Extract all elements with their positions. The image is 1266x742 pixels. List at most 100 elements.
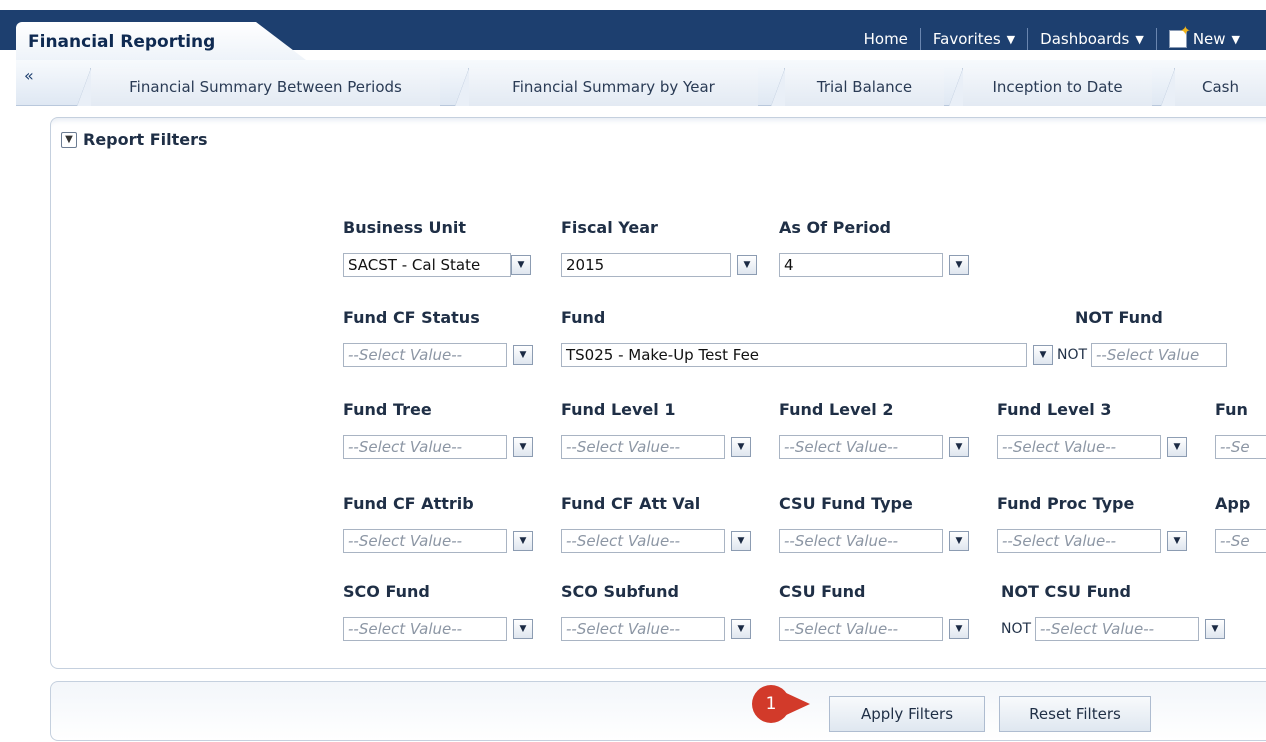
- collapse-panel-icon[interactable]: ▼: [61, 131, 77, 148]
- fund-tree-value: --Select Value--: [343, 435, 507, 459]
- tab-inception-to-date[interactable]: Inception to Date: [949, 68, 1152, 106]
- new-document-icon: [1168, 24, 1191, 48]
- label-csu-fund: CSU Fund: [779, 582, 866, 601]
- tab-label: Cash: [1202, 78, 1239, 96]
- label-sco-fund: SCO Fund: [343, 582, 430, 601]
- fund-value: TS025 - Make-Up Test Fee: [561, 343, 1027, 367]
- nav-favorites[interactable]: Favorites ▼: [921, 30, 1027, 48]
- label-fund-level-4: Fun: [1215, 400, 1248, 419]
- tab-financial-summary-between-periods[interactable]: Financial Summary Between Periods: [77, 68, 440, 106]
- chevron-down-icon[interactable]: ▼: [1167, 437, 1187, 457]
- csu-fund-select[interactable]: --Select Value-- ▼: [779, 617, 969, 641]
- chevron-down-icon[interactable]: ▼: [513, 531, 533, 551]
- chevron-down-icon[interactable]: ▼: [1205, 619, 1225, 639]
- apply-filters-button[interactable]: Apply Filters: [829, 696, 985, 732]
- panel-header[interactable]: ▼ Report Filters: [61, 130, 208, 149]
- nav-favorites-label: Favorites: [932, 30, 1001, 48]
- fund-level-2-value: --Select Value--: [779, 435, 943, 459]
- app-select[interactable]: --Se: [1215, 529, 1266, 553]
- not-fund-select[interactable]: --Select Value: [1091, 343, 1227, 367]
- chevron-down-icon[interactable]: ▼: [513, 437, 533, 457]
- csu-fund-type-select[interactable]: --Select Value-- ▼: [779, 529, 969, 553]
- label-fund-cf-att-val: Fund CF Att Val: [561, 494, 701, 513]
- fiscal-year-value: 2015: [561, 253, 731, 277]
- label-not-fund: NOT Fund: [1075, 308, 1163, 327]
- chevron-down-icon: ▼: [1135, 32, 1144, 46]
- nav-dashboards[interactable]: Dashboards ▼: [1028, 30, 1156, 48]
- fund-level-3-select[interactable]: --Select Value-- ▼: [997, 435, 1187, 459]
- chevron-down-icon[interactable]: ▼: [949, 531, 969, 551]
- reset-filters-label: Reset Filters: [1029, 705, 1121, 723]
- tab-cash[interactable]: Cash: [1161, 68, 1266, 106]
- fund-tree-select[interactable]: --Select Value-- ▼: [343, 435, 533, 459]
- not-csu-fund-select[interactable]: --Select Value-- ▼: [1035, 617, 1225, 641]
- double-chevron-left-icon[interactable]: «: [24, 66, 34, 85]
- fund-cf-attrib-value: --Select Value--: [343, 529, 507, 553]
- top-header: Financial Reporting Home Favorites ▼ Das…: [0, 0, 1266, 60]
- fund-proc-type-select[interactable]: --Select Value-- ▼: [997, 529, 1187, 553]
- fund-cf-status-select[interactable]: --Select Value-- ▼: [343, 343, 533, 367]
- chevron-down-icon[interactable]: ▼: [513, 345, 533, 365]
- report-filters-panel: ▼ Report Filters Business Unit SACST - C…: [50, 117, 1266, 669]
- chevron-down-icon[interactable]: ▼: [949, 619, 969, 639]
- not-fund-value: --Select Value: [1091, 343, 1227, 367]
- nav-home-label: Home: [863, 30, 908, 48]
- chevron-down-icon[interactable]: ▼: [731, 619, 751, 639]
- chevron-down-icon[interactable]: ▼: [511, 255, 531, 275]
- tab-financial-summary-by-year[interactable]: Financial Summary by Year: [455, 68, 758, 106]
- label-fiscal-year: Fiscal Year: [561, 218, 658, 237]
- fund-cf-attrib-select[interactable]: --Select Value-- ▼: [343, 529, 533, 553]
- chevron-down-icon[interactable]: ▼: [949, 437, 969, 457]
- fund-level-4-select[interactable]: --Se: [1215, 435, 1266, 459]
- fund-proc-type-value: --Select Value--: [997, 529, 1161, 553]
- as-of-period-select[interactable]: 4 ▼: [779, 253, 969, 277]
- csu-fund-value: --Select Value--: [779, 617, 943, 641]
- chevron-down-icon[interactable]: ▼: [737, 255, 757, 275]
- fund-level-1-value: --Select Value--: [561, 435, 725, 459]
- sco-subfund-value: --Select Value--: [561, 617, 725, 641]
- app-value: --Se: [1215, 529, 1266, 553]
- label-fund-proc-type: Fund Proc Type: [997, 494, 1135, 513]
- reset-filters-button[interactable]: Reset Filters: [999, 696, 1151, 732]
- tab-label: Trial Balance: [816, 78, 913, 96]
- label-fund-level-3: Fund Level 3: [997, 400, 1112, 419]
- business-unit-select[interactable]: SACST - Cal State ▼: [343, 253, 531, 277]
- not-prefix: NOT: [1001, 621, 1032, 637]
- fund-level-3-value: --Select Value--: [997, 435, 1161, 459]
- fund-level-4-value: --Se: [1215, 435, 1266, 459]
- fund-level-1-select[interactable]: --Select Value-- ▼: [561, 435, 751, 459]
- nav-dashboards-label: Dashboards: [1040, 30, 1130, 48]
- label-sco-subfund: SCO Subfund: [561, 582, 679, 601]
- chevron-down-icon: ▼: [1231, 32, 1240, 46]
- chevron-down-icon[interactable]: ▼: [731, 531, 751, 551]
- label-fund: Fund: [561, 308, 606, 327]
- nav-new[interactable]: New ▼: [1157, 24, 1252, 48]
- label-fund-level-2: Fund Level 2: [779, 400, 894, 419]
- fund-level-2-select[interactable]: --Select Value-- ▼: [779, 435, 969, 459]
- label-fund-cf-attrib: Fund CF Attrib: [343, 494, 474, 513]
- nav-home[interactable]: Home: [852, 30, 920, 48]
- fund-cf-att-val-select[interactable]: --Select Value-- ▼: [561, 529, 751, 553]
- label-as-of-period: As Of Period: [779, 218, 892, 237]
- label-csu-fund-type: CSU Fund Type: [779, 494, 913, 513]
- filter-actions-bar: Apply Filters Reset Filters: [50, 681, 1266, 741]
- chevron-down-icon[interactable]: ▼: [513, 619, 533, 639]
- business-unit-value: SACST - Cal State: [343, 253, 511, 277]
- panel-title: Report Filters: [83, 130, 208, 149]
- sco-fund-select[interactable]: --Select Value-- ▼: [343, 617, 533, 641]
- tab-trial-balance[interactable]: Trial Balance: [771, 68, 944, 106]
- label-fund-level-1: Fund Level 1: [561, 400, 676, 419]
- csu-fund-type-value: --Select Value--: [779, 529, 943, 553]
- fund-select[interactable]: TS025 - Make-Up Test Fee ▼: [561, 343, 1053, 367]
- label-fund-tree: Fund Tree: [343, 400, 432, 419]
- chevron-down-icon[interactable]: ▼: [731, 437, 751, 457]
- sco-subfund-select[interactable]: --Select Value-- ▼: [561, 617, 751, 641]
- fund-cf-att-val-value: --Select Value--: [561, 529, 725, 553]
- fiscal-year-select[interactable]: 2015 ▼: [561, 253, 757, 277]
- page-tabs: « Financial Summary Between Periods Fina…: [16, 60, 1266, 106]
- label-not-csu-fund: NOT CSU Fund: [1001, 582, 1131, 601]
- tab-label: Inception to Date: [992, 78, 1123, 96]
- chevron-down-icon[interactable]: ▼: [1167, 531, 1187, 551]
- chevron-down-icon[interactable]: ▼: [949, 255, 969, 275]
- chevron-down-icon[interactable]: ▼: [1033, 345, 1053, 365]
